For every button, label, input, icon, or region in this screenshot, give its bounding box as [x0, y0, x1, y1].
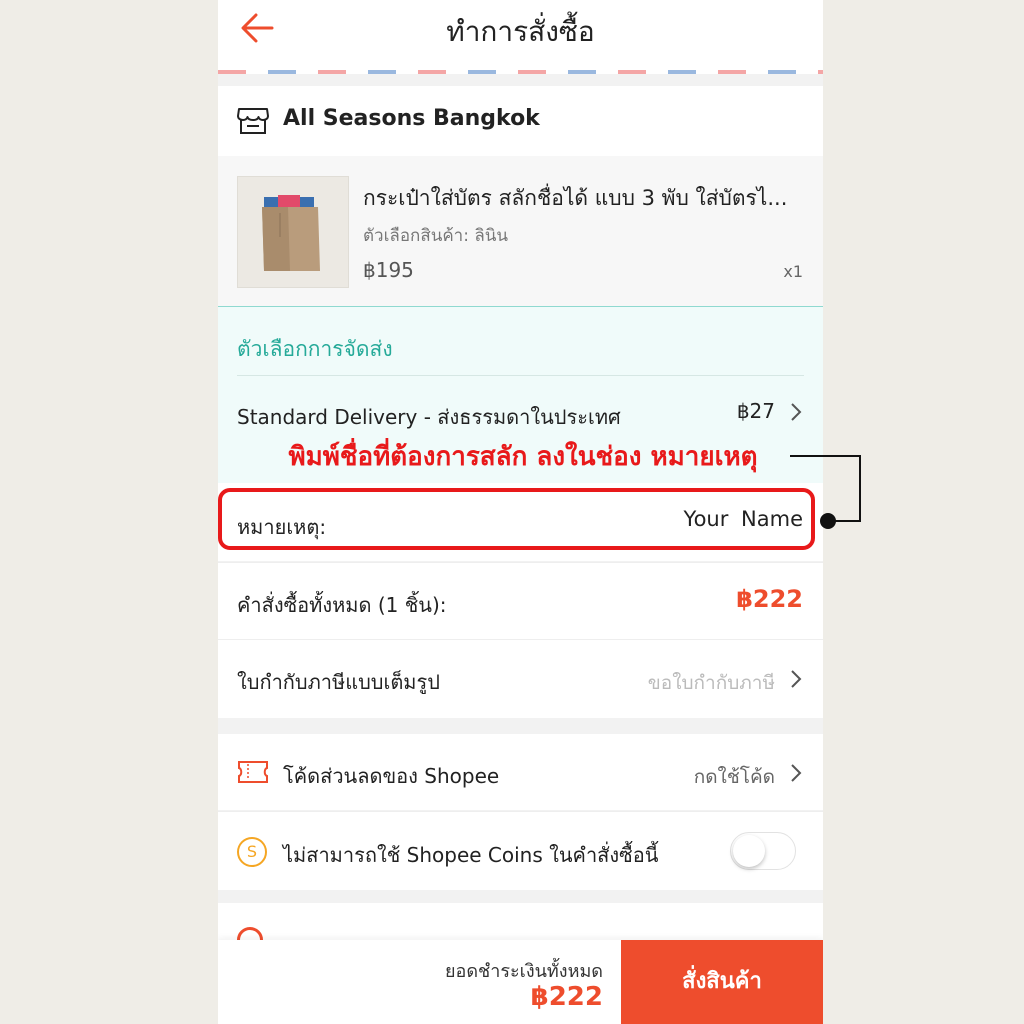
payment-total-value: ฿222: [530, 982, 603, 1012]
coins-label: ไม่สามารถใช้ Shopee Coins ในคำสั่งซื้อนี…: [283, 843, 659, 867]
shop-row[interactable]: All Seasons Bangkok: [218, 86, 823, 156]
product-price: ฿195: [363, 258, 414, 282]
toggle-knob: [733, 835, 765, 867]
highlight-box: [218, 488, 815, 550]
product-item[interactable]: กระเป๋าใส่บัตร สลักชื่อได้ แบบ 3 พับ ใส่…: [218, 156, 823, 306]
address-divider-stripe: [218, 70, 823, 74]
product-variant: ตัวเลือกสินค้า: ลินิน: [363, 226, 509, 246]
shipping-method[interactable]: Standard Delivery - ส่งธรรมดาในประเทศ: [237, 401, 621, 433]
order-total-value: ฿222: [736, 585, 803, 613]
order-total-row: คำสั่งซื้อทั้งหมด (1 ชิ้น): ฿222: [218, 562, 823, 639]
shipping-divider: [237, 375, 804, 376]
checkout-screen: ทำการสั่งซื้อ All Seasons Bangkok กระเป๋…: [218, 0, 823, 1024]
instruction-annotation: พิมพ์ชื่อที่ต้องการสลัก ลงในช่อง หมายเหต…: [288, 442, 758, 472]
annotation-connector: [790, 455, 861, 529]
payment-total-label: ยอดชำระเงินทั้งหมด: [444, 961, 603, 982]
product-thumbnail: [237, 176, 349, 288]
chevron-right-icon[interactable]: [789, 762, 803, 784]
order-total-label: คำสั่งซื้อทั้งหมด (1 ชิ้น):: [237, 593, 447, 617]
checkout-bar: ยอดชำระเงินทั้งหมด ฿222 สั่งสินค้า: [218, 940, 823, 1024]
chevron-right-icon[interactable]: [789, 668, 803, 690]
tax-invoice-label: ใบกำกับภาษีแบบเต็มรูป: [237, 670, 440, 694]
product-name: กระเป๋าใส่บัตร สลักชื่อได้ แบบ 3 พับ ใส่…: [363, 186, 788, 210]
voucher-label: โค้ดส่วนลดของ Shopee: [283, 764, 500, 788]
shopee-coins-row: S ไม่สามารถใช้ Shopee Coins ในคำสั่งซื้อ…: [218, 811, 823, 890]
voucher-row[interactable]: โค้ดส่วนลดของ Shopee กดใช้โค้ด: [218, 734, 823, 810]
coin-icon: S: [237, 837, 267, 867]
page-title: ทำการสั่งซื้อ: [446, 15, 595, 48]
product-quantity: x1: [783, 262, 803, 281]
place-order-button[interactable]: สั่งสินค้า: [621, 940, 823, 1024]
shipping-title: ตัวเลือกการจัดส่ง: [237, 337, 393, 361]
header-bar: ทำการสั่งซื้อ: [218, 0, 823, 70]
coins-toggle[interactable]: [730, 832, 796, 870]
voucher-ticket-icon: [238, 761, 268, 783]
shop-icon: [237, 108, 269, 134]
tax-invoice-action[interactable]: ขอใบกำกับภาษี: [648, 668, 775, 698]
shop-name: All Seasons Bangkok: [283, 106, 540, 131]
tax-invoice-row[interactable]: ใบกำกับภาษีแบบเต็มรูป ขอใบกำกับภาษี: [218, 639, 823, 718]
chevron-right-icon[interactable]: [789, 401, 803, 423]
shipping-price: ฿27: [736, 399, 775, 423]
voucher-action[interactable]: กดใช้โค้ด: [694, 762, 775, 792]
